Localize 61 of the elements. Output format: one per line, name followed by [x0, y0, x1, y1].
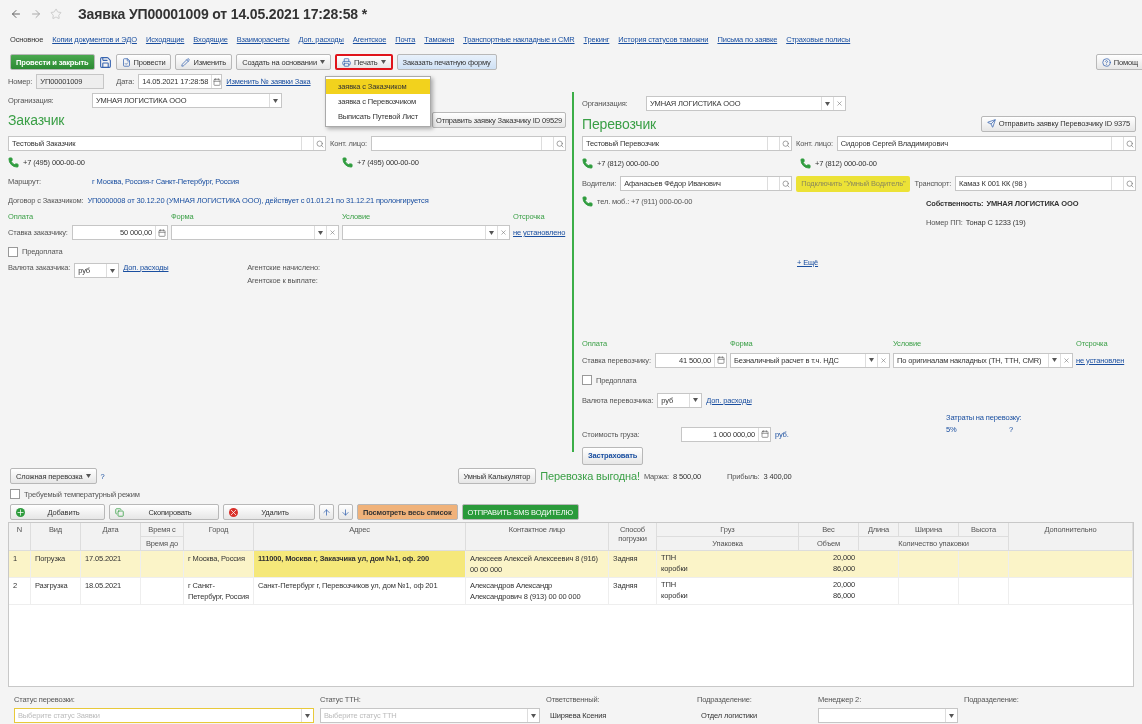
phone-icon — [800, 158, 811, 169]
caret-icon — [318, 230, 323, 235]
calendar-icon — [212, 77, 221, 86]
save-icon[interactable] — [98, 55, 112, 69]
manager-field[interactable] — [818, 708, 958, 723]
verdict-text: Перевозка выгодна! — [540, 470, 640, 482]
move-up-button[interactable] — [319, 504, 334, 520]
search-icon — [781, 179, 790, 188]
clear-icon — [880, 356, 887, 364]
section-title: Перевозчик — [582, 115, 657, 132]
search-icon — [315, 139, 324, 148]
search-icon — [1125, 139, 1134, 148]
clear-icon — [836, 100, 843, 107]
caret-icon — [869, 358, 874, 363]
pencil-icon — [181, 57, 191, 67]
payment-form-field[interactable] — [171, 225, 339, 240]
search-icon — [781, 139, 790, 148]
section-title: Заказчик — [8, 112, 65, 128]
clear-icon — [500, 229, 507, 236]
calendar-icon — [760, 430, 769, 439]
caret-icon — [273, 98, 278, 103]
calendar-icon — [157, 228, 166, 237]
down-arrow-icon — [341, 507, 350, 517]
phone-icon — [8, 157, 19, 168]
forward-icon[interactable] — [30, 8, 42, 20]
clear-icon — [1063, 356, 1070, 364]
caret-icon — [693, 398, 699, 403]
back-icon[interactable] — [10, 8, 22, 20]
star-icon[interactable] — [50, 8, 62, 20]
send-icon — [986, 119, 996, 128]
clear-icon — [329, 229, 336, 236]
search-icon — [555, 139, 564, 148]
caret-icon — [380, 60, 386, 64]
copy-icon — [115, 507, 124, 517]
caret-icon — [1052, 358, 1057, 363]
caret-icon — [489, 230, 494, 235]
phone-icon — [342, 157, 353, 168]
phone-icon — [582, 158, 593, 169]
contact-field[interactable] — [370, 136, 566, 151]
move-down-button[interactable] — [338, 504, 353, 520]
delete-icon — [229, 507, 238, 517]
document-icon — [121, 57, 131, 67]
help-icon — [1101, 57, 1111, 67]
checkbox[interactable] — [582, 375, 592, 386]
payment-condition-field[interactable] — [342, 225, 510, 240]
caret-icon — [825, 101, 830, 106]
up-arrow-icon — [322, 507, 331, 517]
caret-icon — [319, 60, 325, 64]
caret-icon — [305, 713, 310, 718]
checkbox[interactable] — [8, 246, 18, 257]
checkbox[interactable] — [10, 489, 20, 499]
search-icon — [1125, 179, 1134, 188]
window-title: Заявка УП00001009 от 14.05.2021 17:28:58 * — [78, 6, 367, 22]
caret-icon — [531, 713, 536, 718]
phone-icon — [582, 196, 593, 207]
caret-icon — [110, 268, 116, 273]
add-icon — [16, 507, 25, 517]
caret-icon — [949, 713, 954, 718]
calendar-icon — [716, 356, 725, 365]
caret-icon — [85, 474, 91, 478]
printer-icon — [341, 57, 351, 67]
